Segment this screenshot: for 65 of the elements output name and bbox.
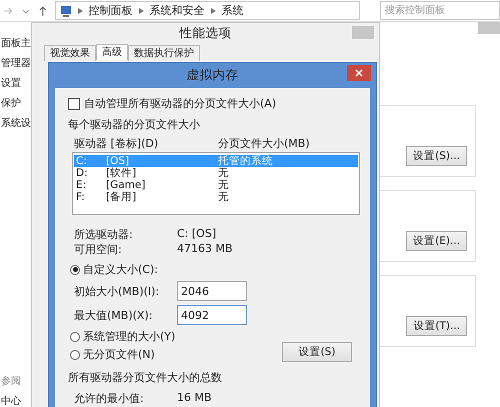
tab[interactable]: 视觉效果 (44, 45, 96, 61)
paging-size: 无 (218, 190, 229, 204)
sidebar-link[interactable]: 设置 (1, 76, 34, 90)
radio-button[interactable] (70, 332, 80, 342)
radio-label[interactable]: 无分页文件(N) (83, 347, 155, 362)
maximum-size-field[interactable]: 4092 (177, 305, 247, 325)
breadcrumb-arrow-icon (78, 8, 83, 14)
drive-letter: C: (75, 155, 88, 167)
paging-size: 无 (218, 166, 229, 180)
sidebar-link[interactable]: 面板主 (1, 36, 34, 50)
sidebar-link[interactable]: 管理器 (1, 56, 34, 70)
search-field[interactable]: 搜索控制面板 (380, 1, 500, 20)
field-label: 初始大小(MB)(I): (74, 284, 160, 298)
paging-size: 托管的系统 (218, 154, 273, 168)
close-button[interactable] (347, 65, 371, 81)
close-icon (355, 69, 363, 77)
info-value: 16 MB (177, 391, 213, 406)
radio-label[interactable]: 自定义大小(C): (83, 262, 158, 277)
volume-label: [OS] (106, 155, 130, 167)
set-button[interactable]: 设置(S) (282, 342, 352, 362)
radio-label[interactable]: 系统管理的大小(Y) (83, 329, 176, 344)
sidebar-link[interactable]: 保护 (1, 96, 34, 110)
info-label: 可用空间: (74, 242, 123, 257)
field-label: 最大值(MB)(X): (74, 308, 154, 322)
sidebar-link[interactable]: 系统设 (1, 116, 34, 130)
info-value: C: [OS] (177, 227, 218, 242)
drive-row[interactable]: D: [软件] 无 (74, 167, 358, 179)
initial-size-field[interactable]: 2046 (177, 281, 247, 301)
info-value: 47163 MB (177, 242, 234, 257)
breadcrumb-arrow-icon (138, 8, 144, 14)
settings-button[interactable]: 设置(E)... (406, 231, 467, 251)
breadcrumb[interactable]: 系统和安全 (150, 3, 205, 18)
up-arrow-icon[interactable] (37, 4, 49, 16)
column-header: 分页文件大小(MB) (218, 136, 310, 151)
info-label: 允许的最小值: (74, 391, 145, 406)
info-label: 所选驱动器: (74, 227, 134, 242)
group-title: 所有驱动器分页文件大小的总数 (68, 370, 223, 385)
drive-row[interactable]: E: [Game] 无 (74, 179, 358, 191)
column-header: 驱动器 [卷标](D) (74, 136, 160, 151)
settings-button[interactable]: 设置(S)... (406, 146, 467, 166)
radio-button[interactable] (70, 350, 80, 360)
breadcrumb[interactable]: 控制面板 (88, 3, 133, 18)
drive-letter: F: (75, 191, 86, 203)
drive-row[interactable]: F: [备用] 无 (74, 191, 358, 203)
checkbox[interactable] (68, 98, 80, 110)
radio-button[interactable] (70, 264, 80, 274)
dialog-title: 虚拟内存 (186, 67, 238, 84)
address-bar[interactable]: 控制面板 系统和安全 系统 (54, 1, 360, 20)
settings-button[interactable]: 设置(T)... (406, 316, 467, 336)
drive-letter: D: (75, 167, 89, 179)
see-also-heading: 参阅 (1, 374, 22, 388)
breadcrumb[interactable]: 系统 (222, 3, 244, 18)
volume-label: [软件] (106, 166, 138, 180)
drive-letter: E: (75, 179, 88, 191)
computer-icon (60, 4, 72, 16)
checkbox-label[interactable]: 自动管理所有驱动器的分页文件大小(A) (84, 96, 276, 111)
tab[interactable]: 数据执行保护 (128, 45, 200, 61)
sidebar-link[interactable]: 中心 (1, 394, 34, 407)
paging-size: 无 (218, 178, 229, 192)
volume-label: [Game] (106, 179, 146, 191)
volume-label: [备用] (106, 190, 138, 204)
breadcrumb-arrow-icon (210, 8, 216, 14)
dialog-title: 性能选项 (180, 24, 232, 42)
tab[interactable]: 高级 (96, 44, 128, 60)
group-title: 每个驱动器的分页文件大小 (68, 117, 201, 132)
